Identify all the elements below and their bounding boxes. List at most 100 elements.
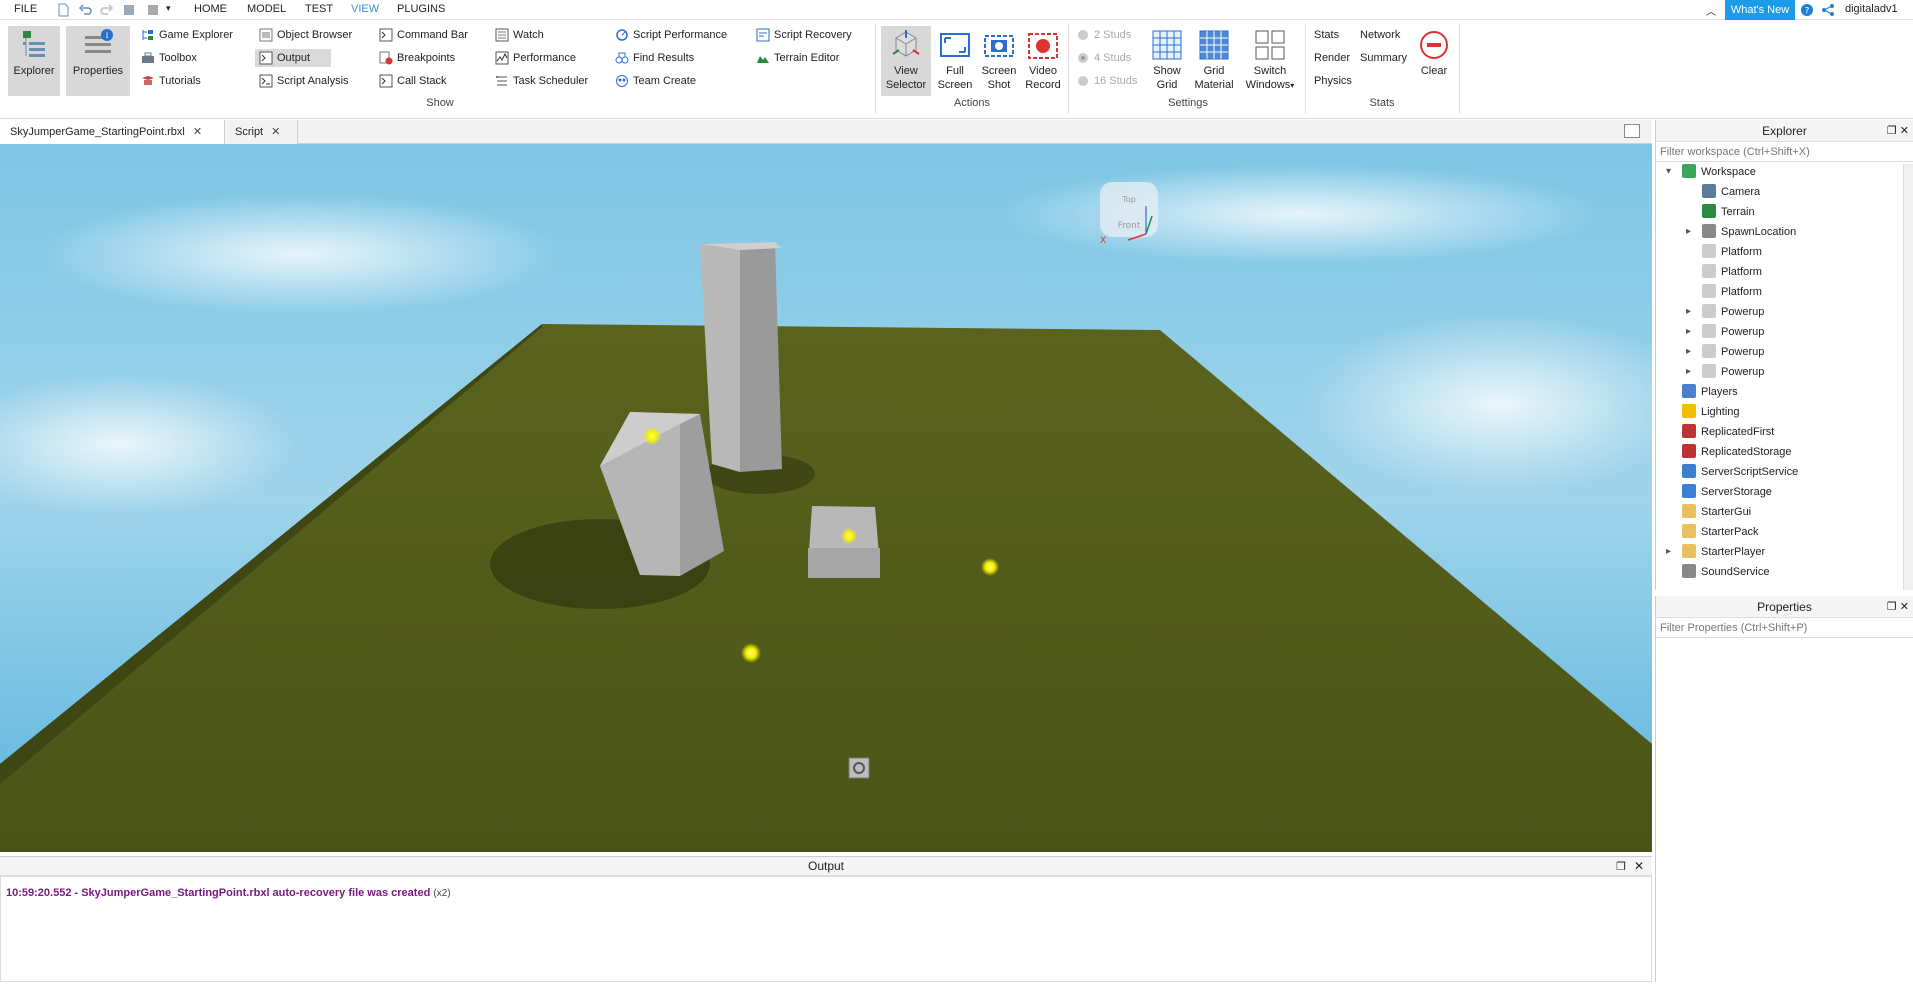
dock-icon[interactable]: ❐ — [1887, 125, 1897, 137]
explorer-node[interactable]: ▸ Powerup — [1686, 362, 1764, 382]
view-selector-icon — [892, 30, 920, 57]
explorer-node[interactable]: ▸ StarterPlayer — [1666, 542, 1765, 562]
explorer-node[interactable]: ReplicatedFirst — [1682, 422, 1774, 442]
chevron-right-icon[interactable]: ▸ — [1686, 362, 1696, 382]
whats-new-button[interactable]: What's New — [1725, 0, 1795, 20]
script-analysis-button[interactable]: Script Analysis — [255, 72, 349, 90]
tab-model[interactable]: MODEL — [247, 3, 286, 15]
explorer-node[interactable]: ServerScriptService — [1682, 462, 1798, 482]
stop-icon[interactable] — [146, 3, 160, 17]
view-cube-icon[interactable]: Top Front X — [1100, 182, 1158, 246]
explorer-node[interactable]: StarterPack — [1682, 522, 1758, 542]
screen-shot-button[interactable]: Screen Shot — [977, 26, 1021, 96]
explorer-node[interactable]: Platform — [1702, 242, 1762, 262]
view-selector-button[interactable]: View Selector — [881, 26, 931, 96]
chevron-right-icon[interactable]: ▸ — [1686, 222, 1696, 242]
grid-material-button[interactable]: Grid Material — [1190, 26, 1238, 96]
clear-stats-button[interactable]: Clear — [1414, 26, 1454, 96]
tab-script[interactable]: Script ✕ — [225, 120, 298, 144]
switch-windows-button[interactable]: Switch Windows▾ — [1242, 26, 1298, 96]
toolbox-button[interactable]: Toolbox — [137, 49, 197, 67]
customize-dropdown-icon[interactable]: ▾ — [166, 3, 171, 14]
explorer-node[interactable]: ▸ Powerup — [1686, 342, 1764, 362]
publish-icon[interactable] — [122, 3, 136, 17]
terrain-editor-button[interactable]: Terrain Editor — [752, 49, 839, 67]
explorer-node[interactable]: Terrain — [1702, 202, 1755, 222]
explorer-node[interactable]: Platform — [1702, 282, 1762, 302]
dock-icon[interactable]: ❐ — [1887, 601, 1897, 613]
restore-window-icon[interactable] — [1624, 124, 1640, 138]
video-record-button[interactable]: Video Record — [1022, 26, 1064, 96]
share-icon[interactable] — [1821, 3, 1835, 17]
chevron-down-icon[interactable]: ▾ — [1666, 162, 1676, 182]
username[interactable]: digitaladv1 — [1845, 3, 1898, 15]
close-icon[interactable]: ✕ — [1900, 125, 1909, 137]
tab-home[interactable]: HOME — [194, 3, 227, 15]
redo-icon[interactable] — [100, 3, 114, 17]
explorer-filter-input[interactable]: Filter workspace (Ctrl+Shift+X) — [1656, 142, 1913, 162]
new-file-icon[interactable] — [56, 3, 70, 17]
chevron-up-icon[interactable]: ︿ — [1706, 3, 1716, 18]
watch-button[interactable]: Watch — [491, 26, 544, 44]
full-screen-button[interactable]: Full Screen — [935, 26, 975, 96]
close-icon[interactable]: ✕ — [193, 126, 202, 138]
team-create-button[interactable]: Team Create — [611, 72, 696, 90]
chevron-right-icon[interactable]: ▸ — [1686, 302, 1696, 322]
call-stack-button[interactable]: Call Stack — [375, 72, 447, 90]
game-explorer-button[interactable]: Game Explorer — [137, 26, 233, 44]
performance-button[interactable]: Performance — [491, 49, 576, 67]
explorer-node[interactable]: ▸ SpawnLocation — [1686, 222, 1796, 242]
object-browser-button[interactable]: Object Browser — [255, 26, 352, 44]
explorer-node[interactable]: Camera — [1702, 182, 1760, 202]
breakpoints-button[interactable]: Breakpoints — [375, 49, 455, 67]
dock-icon[interactable]: ❐ — [1616, 858, 1626, 877]
close-icon[interactable]: ✕ — [1900, 601, 1909, 613]
menu-file[interactable]: FILE — [14, 3, 37, 15]
command-bar-button[interactable]: Command Bar — [375, 26, 468, 44]
explorer-node[interactable]: Platform — [1702, 262, 1762, 282]
find-results-button[interactable]: Find Results — [611, 49, 694, 67]
network-button[interactable]: Network — [1338, 26, 1400, 44]
explorer-toggle-button[interactable]: Explorer — [8, 26, 60, 96]
explorer-node[interactable]: ServerStorage — [1682, 482, 1772, 502]
explorer-node[interactable]: ReplicatedStorage — [1682, 442, 1792, 462]
explorer-node[interactable]: Players — [1682, 382, 1738, 402]
tab-place-file[interactable]: SkyJumperGame_StartingPoint.rbxl ✕ — [0, 120, 225, 144]
explorer-node[interactable]: Lighting — [1682, 402, 1740, 422]
task-scheduler-button[interactable]: Task Scheduler — [491, 72, 588, 90]
explorer-node[interactable]: StarterGui — [1682, 502, 1751, 522]
properties-toggle-button[interactable]: i Properties — [66, 26, 130, 96]
explorer-tree[interactable]: ▾ Workspace Camera Terrain ▸ SpawnLocation Pla… — [1656, 162, 1913, 588]
tab-plugins[interactable]: PLUGINS — [397, 3, 445, 15]
script-performance-button[interactable]: Script Performance — [611, 26, 727, 44]
undo-icon[interactable] — [78, 3, 92, 17]
grid-2-studs-radio[interactable]: 2 Studs — [1072, 26, 1131, 44]
help-icon[interactable]: ? — [1800, 3, 1814, 17]
scene-render[interactable]: Top Front X — [0, 144, 1652, 852]
close-icon[interactable]: ✕ — [271, 126, 280, 138]
grid-16-studs-radio[interactable]: 16 Studs — [1072, 72, 1137, 90]
explorer-node[interactable]: ▾ Workspace — [1666, 162, 1756, 182]
chevron-right-icon[interactable]: ▸ — [1666, 542, 1676, 562]
chevron-right-icon[interactable]: ▸ — [1686, 322, 1696, 342]
output-panel[interactable]: 10:59:20.552 - SkyJumperGame_StartingPoi… — [0, 876, 1652, 982]
tutorials-button[interactable]: Tutorials — [137, 72, 201, 90]
powerup — [981, 558, 999, 576]
explorer-scrollbar[interactable] — [1903, 164, 1913, 590]
3d-viewport[interactable]: Top Front X — [0, 144, 1652, 852]
explorer-node[interactable]: ▸ Powerup — [1686, 302, 1764, 322]
show-grid-button[interactable]: Show Grid — [1148, 26, 1186, 96]
tab-view[interactable]: VIEW — [351, 3, 379, 15]
physics-button[interactable]: Physics — [1292, 72, 1352, 90]
close-icon[interactable]: ✕ — [1634, 857, 1644, 876]
explorer-node[interactable]: SoundService — [1682, 562, 1770, 582]
output-button[interactable]: Output — [255, 49, 331, 67]
stats-button[interactable]: Stats — [1292, 26, 1339, 44]
grid-4-studs-radio[interactable]: 4 Studs — [1072, 49, 1131, 67]
explorer-node[interactable]: ▸ Powerup — [1686, 322, 1764, 342]
properties-filter-input[interactable]: Filter Properties (Ctrl+Shift+P) — [1656, 618, 1913, 638]
chevron-right-icon[interactable]: ▸ — [1686, 342, 1696, 362]
tab-test[interactable]: TEST — [305, 3, 333, 15]
summary-button[interactable]: Summary — [1338, 49, 1407, 67]
script-recovery-button[interactable]: Script Recovery — [752, 26, 852, 44]
